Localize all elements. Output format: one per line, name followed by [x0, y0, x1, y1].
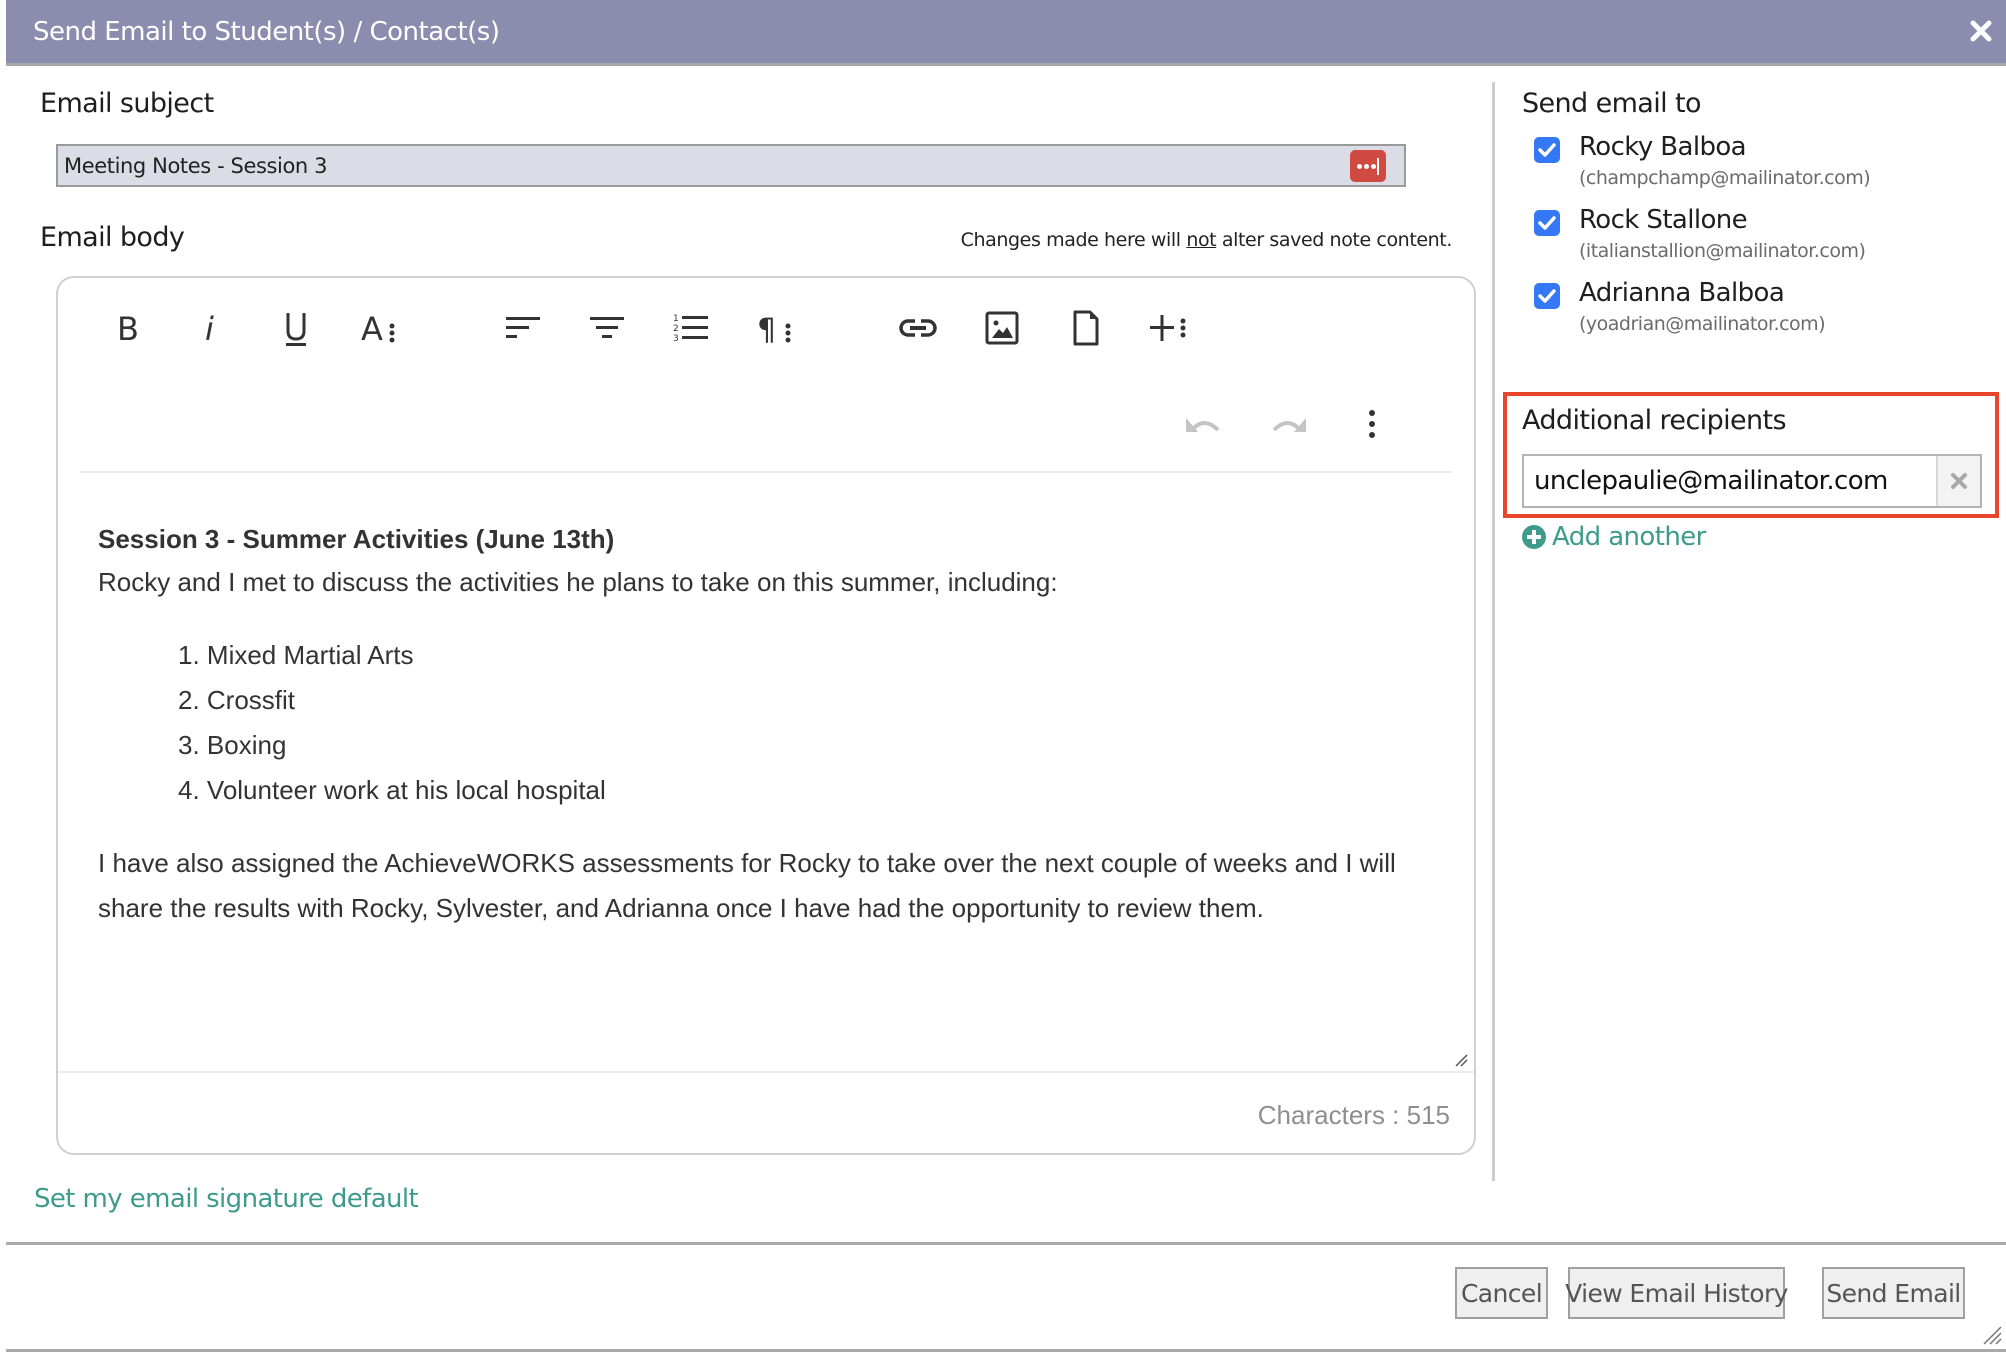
recipient-email: (champchamp@mailinator.com) [1579, 167, 1871, 189]
underline-icon [286, 313, 306, 346]
recipient-name: Rock Stallone [1579, 205, 1748, 235]
editor-resize-handle[interactable] [1454, 1053, 1468, 1067]
align-left-icon [506, 317, 540, 338]
password-manager-icon[interactable] [1350, 150, 1386, 182]
add-another-label: Add another [1552, 522, 1706, 552]
hint-prefix: Changes made here will [960, 229, 1187, 251]
add-another-link[interactable]: Add another [1522, 522, 1706, 552]
content-closing: I have also assigned the AchieveWORKS as… [98, 848, 1396, 923]
additional-recipient-input[interactable] [1534, 464, 1934, 498]
footer-separator [6, 1242, 2006, 1245]
email-signature-link[interactable]: Set my email signature default [34, 1184, 419, 1214]
recipient-email: (italianstallion@mailinator.com) [1579, 240, 1866, 262]
more-vertical-icon [1369, 410, 1375, 438]
image-icon [985, 311, 1019, 345]
svg-text:¶: ¶ [757, 313, 776, 345]
subject-label: Email subject [40, 88, 214, 119]
list-item: 3. Boxing [178, 730, 287, 760]
content-intro: Rocky and I met to discuss the activitie… [98, 567, 1058, 597]
svg-text:2: 2 [673, 324, 679, 334]
redo-button[interactable] [1264, 400, 1312, 448]
clear-recipient-button[interactable] [1936, 456, 1980, 506]
insert-link-button[interactable] [894, 304, 942, 352]
list-item: 4. Volunteer work at his local hospital [178, 775, 606, 805]
send-email-button[interactable]: Send Email [1822, 1267, 1965, 1319]
insert-more-icon [1150, 315, 1186, 341]
svg-text:1: 1 [673, 314, 679, 324]
paragraph-more-button[interactable]: ¶ [752, 304, 800, 352]
paragraph-more-icon: ¶ [757, 313, 791, 345]
rich-text-editor: B i A 123 ¶ Session 3 - Summer Activitie… [56, 276, 1476, 1155]
align-center-icon [590, 317, 624, 338]
dialog-title: Send Email to Student(s) / Contact(s) [33, 17, 500, 47]
additional-recipients-label: Additional recipients [1522, 405, 1787, 436]
panel-divider [1492, 82, 1495, 1181]
recipient-name: Rocky Balboa [1579, 132, 1747, 162]
additional-recipient-field[interactable] [1522, 454, 1982, 508]
svg-text:A: A [361, 311, 383, 345]
align-left-button[interactable] [500, 304, 548, 352]
editor-footer-separator [58, 1071, 1474, 1073]
activities-list: 1. Mixed Martial Arts 2. Crossfit 3. Box… [178, 633, 1448, 813]
body-label: Email body [40, 222, 185, 253]
note-hint: Changes made here will not alter saved n… [960, 229, 1453, 251]
svg-text:i: i [205, 311, 214, 345]
redo-icon [1272, 418, 1306, 432]
recipient-item: Rocky Balboa (champchamp@mailinator.com) [1534, 132, 1984, 200]
checkmark-icon [1538, 143, 1556, 157]
align-center-button[interactable] [584, 304, 632, 352]
svg-text:3: 3 [673, 334, 679, 344]
ordered-list-button[interactable]: 123 [668, 304, 716, 352]
content-heading: Session 3 - Summer Activities (June 13th… [98, 524, 615, 554]
italic-button[interactable]: i [188, 304, 236, 352]
svg-text:B: B [117, 311, 139, 345]
hint-suffix: alter saved note content. [1216, 229, 1453, 251]
insert-more-button[interactable] [1146, 304, 1194, 352]
bold-icon: B [117, 311, 139, 345]
list-item: 1. Mixed Martial Arts [178, 640, 414, 670]
link-icon [899, 318, 937, 338]
recipient-checkbox[interactable] [1534, 210, 1560, 236]
close-icon [1951, 473, 1967, 489]
italic-icon: i [205, 311, 214, 345]
insert-image-button[interactable] [978, 304, 1026, 352]
toolbar-separator [80, 471, 1452, 473]
recipient-item: Adrianna Balboa (yoadrian@mailinator.com… [1534, 278, 1984, 346]
text-more-icon: A [361, 311, 395, 345]
close-icon[interactable] [1966, 16, 1996, 46]
recipient-name: Adrianna Balboa [1579, 278, 1785, 308]
additional-recipients-section: Additional recipients [1503, 392, 1999, 518]
more-options-button[interactable] [1348, 400, 1396, 448]
dialog-titlebar: Send Email to Student(s) / Contact(s) [6, 0, 2006, 66]
underline-button[interactable] [272, 304, 320, 352]
editor-content[interactable]: Session 3 - Summer Activities (June 13th… [98, 518, 1448, 931]
file-icon [1073, 310, 1099, 346]
insert-file-button[interactable] [1062, 304, 1110, 352]
cancel-button[interactable]: Cancel [1455, 1267, 1548, 1319]
checkmark-icon [1538, 216, 1556, 230]
list-item: 2. Crossfit [178, 685, 296, 715]
recipient-email: (yoadrian@mailinator.com) [1579, 313, 1826, 335]
recipient-checkbox[interactable] [1534, 137, 1560, 163]
hint-emphasis: not [1186, 229, 1217, 251]
subject-input[interactable] [64, 152, 1324, 180]
send-email-dialog: Send Email to Student(s) / Contact(s) Em… [6, 0, 2006, 1352]
recipient-item: Rock Stallone (italianstallion@mailinato… [1534, 205, 1984, 273]
undo-button[interactable] [1180, 400, 1228, 448]
checkmark-icon [1538, 289, 1556, 303]
recipient-checkbox[interactable] [1534, 283, 1560, 309]
send-to-label: Send email to [1522, 88, 1702, 119]
ordered-list-icon: 123 [673, 314, 708, 344]
dialog-resize-handle[interactable] [1980, 1323, 2002, 1345]
character-count: Characters : 515 [1257, 1100, 1450, 1130]
plus-circle-icon [1522, 525, 1546, 549]
bold-button[interactable]: B [104, 304, 152, 352]
text-more-button[interactable]: A [356, 304, 404, 352]
view-email-history-button[interactable]: View Email History [1565, 1267, 1788, 1319]
subject-field[interactable] [56, 144, 1406, 187]
undo-icon [1186, 418, 1220, 432]
